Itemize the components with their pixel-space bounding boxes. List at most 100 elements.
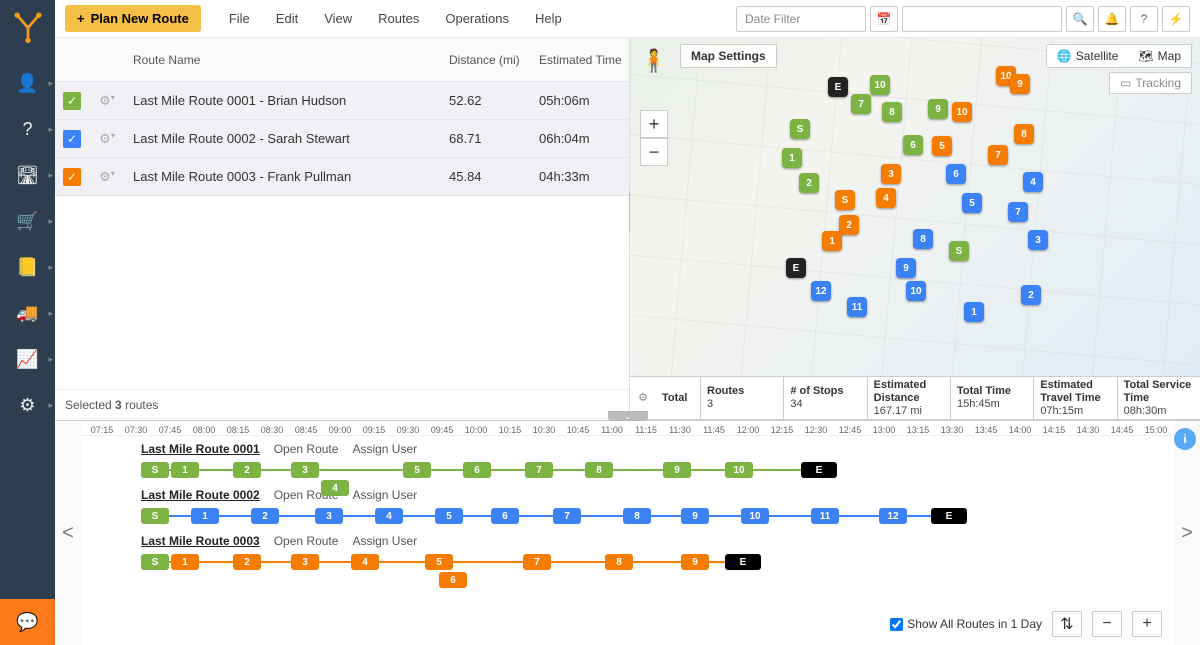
route-row[interactable]: ✓ ⚙▾ Last Mile Route 0001 - Brian Hudson… xyxy=(55,82,629,120)
analytics-icon[interactable]: 📈▸ xyxy=(0,336,55,382)
timeline-next-button[interactable]: > xyxy=(1174,421,1200,645)
timeline-prev-button[interactable]: < xyxy=(55,421,81,645)
question-icon[interactable]: ?▸ xyxy=(0,106,55,152)
assign-user-link[interactable]: Assign User xyxy=(352,442,417,456)
menu-file[interactable]: File xyxy=(217,5,262,32)
zoom-out-button[interactable]: − xyxy=(640,138,668,166)
open-route-link[interactable]: Open Route xyxy=(274,534,339,548)
routes-icon[interactable]: 🛣▸ xyxy=(0,152,55,198)
map-marker[interactable]: 8 xyxy=(1014,124,1034,144)
map-marker[interactable]: S xyxy=(790,119,810,139)
map-marker[interactable]: 4 xyxy=(876,188,896,208)
timeline-stop[interactable]: S xyxy=(141,508,169,524)
tracking-button[interactable]: ▭Tracking xyxy=(1109,72,1192,94)
map-marker[interactable]: 2 xyxy=(799,173,819,193)
map-marker[interactable]: 7 xyxy=(988,145,1008,165)
expand-vert-button[interactable]: ⇅ xyxy=(1052,611,1082,637)
header-time[interactable]: Estimated Time xyxy=(539,53,629,67)
map-marker[interactable]: 10 xyxy=(952,102,972,122)
timeline-stop[interactable]: 10 xyxy=(741,508,769,524)
route-color-checkbox[interactable]: ✓ xyxy=(63,92,81,110)
timeline-stop[interactable]: 1 xyxy=(191,508,219,524)
map-marker[interactable]: 9 xyxy=(896,258,916,278)
map-marker[interactable]: 6 xyxy=(946,164,966,184)
timeline-stop[interactable]: 2 xyxy=(233,554,261,570)
map-button[interactable]: 🗺Map xyxy=(1128,45,1191,67)
timeline-stop[interactable]: 7 xyxy=(523,554,551,570)
assign-user-link[interactable]: Assign User xyxy=(352,534,417,548)
assign-user-link[interactable]: Assign User xyxy=(352,488,417,502)
map-settings-button[interactable]: Map Settings xyxy=(680,44,777,68)
timeline-stop[interactable]: 1 xyxy=(171,462,199,478)
zoom-in-button[interactable]: + xyxy=(640,110,668,138)
gear-icon[interactable]: ⚙▾ xyxy=(89,131,125,147)
map-marker[interactable]: 7 xyxy=(851,94,871,114)
timeline-stop[interactable]: 4 xyxy=(351,554,379,570)
timeline-stop[interactable]: 8 xyxy=(605,554,633,570)
bolt-icon[interactable]: ⚡ xyxy=(1162,6,1190,32)
map-marker[interactable]: E xyxy=(828,77,848,97)
header-route-name[interactable]: Route Name xyxy=(125,53,449,67)
satellite-button[interactable]: 🌐Satellite xyxy=(1047,45,1129,67)
timeline-stop[interactable]: E xyxy=(931,508,967,524)
map-marker[interactable]: 3 xyxy=(1028,230,1048,250)
timeline-stop[interactable]: 9 xyxy=(681,508,709,524)
map-marker[interactable]: 9 xyxy=(1010,74,1030,94)
route-color-checkbox[interactable]: ✓ xyxy=(63,130,81,148)
map-marker[interactable]: 4 xyxy=(1023,172,1043,192)
timeline-stop[interactable]: 8 xyxy=(585,462,613,478)
route-row[interactable]: ✓ ⚙▾ Last Mile Route 0003 - Frank Pullma… xyxy=(55,158,629,196)
calendar-icon[interactable]: 📅 xyxy=(870,6,898,32)
timeline-stop[interactable]: 12 xyxy=(879,508,907,524)
pegman-icon[interactable]: 🧍 xyxy=(640,48,667,74)
info-bubble-icon[interactable]: i xyxy=(1174,428,1196,450)
map-marker[interactable]: 8 xyxy=(913,229,933,249)
map-marker[interactable]: S xyxy=(949,241,969,261)
map-marker[interactable]: 10 xyxy=(906,281,926,301)
route-color-checkbox[interactable]: ✓ xyxy=(63,168,81,186)
map-marker[interactable]: 9 xyxy=(928,99,948,119)
timeline-stop[interactable]: 4 xyxy=(375,508,403,524)
timeline-stop[interactable]: 9 xyxy=(681,554,709,570)
timeline-stop[interactable]: 2 xyxy=(251,508,279,524)
timeline-stop[interactable]: 11 xyxy=(811,508,839,524)
menu-view[interactable]: View xyxy=(312,5,364,32)
menu-routes[interactable]: Routes xyxy=(366,5,431,32)
map-marker[interactable]: 5 xyxy=(932,136,952,156)
user-settings-icon[interactable]: ⚙▸ xyxy=(0,382,55,428)
timeline-stop[interactable]: 6 xyxy=(439,572,467,588)
map-marker[interactable]: S xyxy=(835,190,855,210)
map-marker[interactable]: 7 xyxy=(1008,202,1028,222)
timeline-stop[interactable]: S xyxy=(141,554,169,570)
menu-help[interactable]: Help xyxy=(523,5,574,32)
user-plus-icon[interactable]: 👤▸ xyxy=(0,60,55,106)
timeline-stop[interactable]: 8 xyxy=(623,508,651,524)
route-row[interactable]: ✓ ⚙▾ Last Mile Route 0002 - Sarah Stewar… xyxy=(55,120,629,158)
open-route-link[interactable]: Open Route xyxy=(274,442,339,456)
timeline-stop[interactable]: 9 xyxy=(663,462,691,478)
cart-icon[interactable]: 🛒▸ xyxy=(0,198,55,244)
map-marker[interactable]: 2 xyxy=(1021,285,1041,305)
search-icon[interactable]: 🔍 xyxy=(1066,6,1094,32)
timeline-stop[interactable]: 3 xyxy=(315,508,343,524)
date-filter-input[interactable]: Date Filter xyxy=(736,6,866,32)
timeline-stop[interactable]: 7 xyxy=(553,508,581,524)
map-marker[interactable]: 8 xyxy=(882,102,902,122)
zoom-in-timeline-button[interactable]: + xyxy=(1132,611,1162,637)
timeline-route-name[interactable]: Last Mile Route 0003 xyxy=(141,534,260,548)
timeline-stop[interactable]: 6 xyxy=(463,462,491,478)
map-marker[interactable]: 5 xyxy=(962,193,982,213)
map-canvas[interactable]: 🧍 Map Settings + − 🌐Satellite 🗺Map ▭Trac… xyxy=(630,38,1200,376)
timeline-route-name[interactable]: Last Mile Route 0002 xyxy=(141,488,260,502)
bell-icon[interactable]: 🔔 xyxy=(1098,6,1126,32)
plan-new-route-button[interactable]: +Plan New Route xyxy=(65,5,201,32)
map-marker[interactable]: 3 xyxy=(881,164,901,184)
fleet-icon[interactable]: 🚚▸ xyxy=(0,290,55,336)
map-marker[interactable]: 12 xyxy=(811,281,831,301)
map-marker[interactable]: 1 xyxy=(782,148,802,168)
timeline-stop[interactable]: 2 xyxy=(233,462,261,478)
timeline-stop[interactable]: 5 xyxy=(425,554,453,570)
menu-operations[interactable]: Operations xyxy=(433,5,521,32)
gear-icon[interactable]: ⚙▾ xyxy=(89,93,125,109)
help-icon[interactable]: ? xyxy=(1130,6,1158,32)
